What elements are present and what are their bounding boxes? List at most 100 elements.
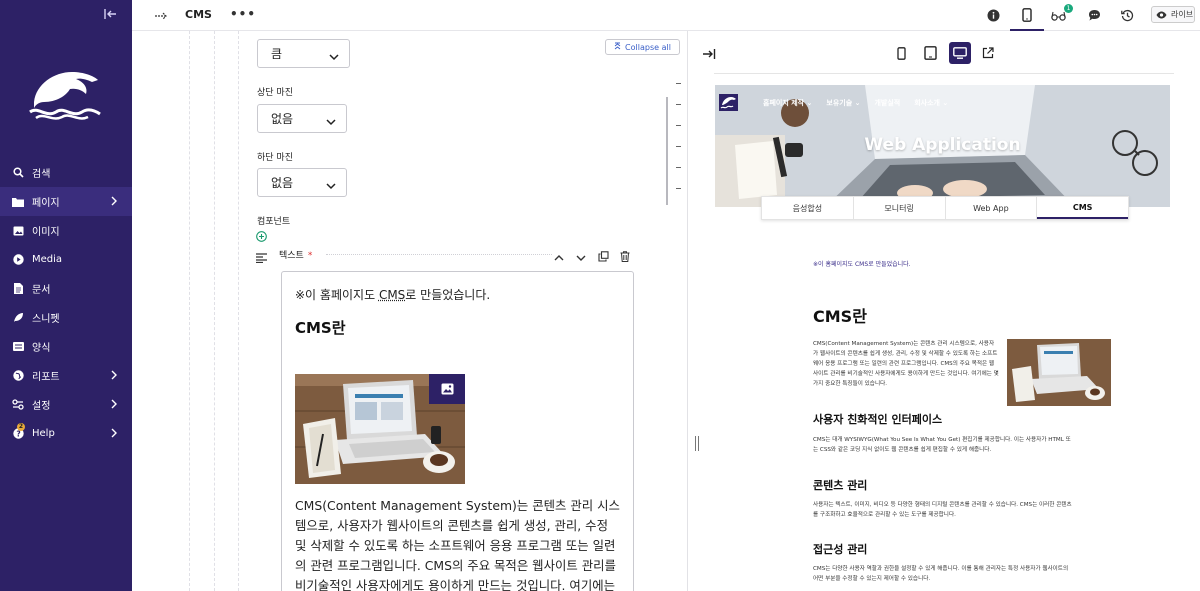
mobile-device-button[interactable]: [890, 42, 912, 64]
component-name: 텍스트 *: [279, 251, 313, 261]
exit-preview-icon[interactable]: [702, 46, 716, 60]
size-select[interactable]: 큼: [257, 39, 350, 68]
site-section-body: 사용자는 텍스트, 이미지, 비디오 등 다양한 형태의 디지털 콘텐츠를 관리…: [813, 502, 1072, 518]
required-mark: *: [307, 251, 313, 261]
sidebar-item-media[interactable]: Media: [0, 245, 132, 274]
text-body: CMS(Content Management System)는 콘텐츠 관리 시…: [295, 498, 620, 591]
top-margin-label: 상단 마진: [257, 88, 293, 98]
settings-icon: [12, 399, 24, 411]
laptop-image[interactable]: [295, 374, 465, 484]
live-label: 라이브: [1171, 10, 1194, 19]
sidebar-item-label: 문서: [32, 285, 51, 296]
cms-link[interactable]: CMS: [379, 288, 405, 302]
sidebar-item-snippets[interactable]: 스니펫: [0, 303, 132, 332]
image-icon: [12, 225, 24, 237]
site-intro: CMS(Content Management System)는 콘텐츠 관리 시…: [813, 341, 999, 387]
chevron-down-icon: [329, 50, 339, 61]
sidebar-item-reports[interactable]: 리포트: [0, 361, 132, 390]
site-nav-item[interactable]: 홈페이지 제작 ⌄: [763, 98, 812, 108]
site-nav-item[interactable]: 보유기술 ⌄: [826, 98, 860, 108]
document-icon: [12, 283, 24, 295]
more-options-button[interactable]: •••: [230, 7, 256, 21]
text-heading: CMS란: [295, 319, 346, 337]
folder-icon: [12, 196, 24, 208]
desktop-device-button[interactable]: [949, 42, 971, 64]
sidebar-item-search[interactable]: 검색: [0, 158, 132, 187]
history-icon[interactable]: [1119, 7, 1135, 23]
site-nav-item[interactable]: 회사소개 ⌄: [914, 98, 948, 108]
breadcrumb-arrow-icon[interactable]: [154, 8, 168, 22]
notification-badge: 1: [1064, 4, 1073, 13]
text-note: ※이 홈페이지도 CMS로 만들었습니다.: [295, 288, 491, 302]
sidebar: 검색 페이지 이미지 Media 문서 스니펫 양식 리포트 설정 ? 2 He…: [0, 0, 132, 591]
site-logo[interactable]: [719, 94, 738, 111]
divider: [326, 254, 552, 255]
collapse-icon: [614, 42, 621, 52]
comment-icon[interactable]: [1086, 7, 1102, 23]
align-left-icon: [256, 248, 267, 264]
component-header-text[interactable]: 텍스트 *: [256, 246, 632, 264]
top-margin-select[interactable]: 없음: [257, 104, 347, 133]
site-section-title: 사용자 친화적인 인터페이스: [813, 413, 943, 426]
site-section-title: 접근성 관리: [813, 543, 868, 556]
chevron-down-icon: [326, 115, 336, 126]
page-title: CMS: [185, 8, 212, 21]
site-tab[interactable]: 음성합성: [762, 197, 854, 219]
chevron-right-icon: [110, 370, 120, 380]
site-heading: CMS란: [813, 307, 867, 326]
sidebar-item-label: 양식: [32, 343, 51, 354]
chevron-down-icon: [326, 179, 336, 190]
sidebar-item-pages[interactable]: 페이지: [0, 187, 132, 216]
site-tab-active[interactable]: CMS: [1037, 197, 1128, 219]
info-icon[interactable]: [985, 7, 1001, 23]
form-icon: [12, 341, 24, 353]
site-note: ※이 홈페이지도 CMS로 만들었습니다.: [813, 261, 911, 268]
sidebar-item-label: 설정: [32, 401, 51, 412]
sidebar-item-help[interactable]: ? 2 Help: [0, 419, 132, 448]
bottom-margin-select[interactable]: 없음: [257, 168, 347, 197]
sidebar-item-label: 검색: [32, 169, 51, 180]
sidebar-item-label: Help: [32, 428, 55, 439]
outline-markers: [676, 83, 682, 209]
help-badge: 2: [17, 423, 25, 431]
site-section-body: CMS는 대개 WYSIWYG(What You See Is What You…: [813, 437, 1071, 453]
sidebar-item-images[interactable]: 이미지: [0, 216, 132, 245]
size-select-value: 큼: [271, 47, 283, 61]
image-edit-icon[interactable]: [429, 374, 465, 404]
live-button[interactable]: 라이브: [1151, 6, 1195, 23]
guide-line: [189, 31, 190, 591]
sidebar-item-settings[interactable]: 설정: [0, 390, 132, 419]
site-nav-item[interactable]: 개발실적: [874, 98, 900, 108]
text-editor[interactable]: ※이 홈페이지도 CMS로 만들었습니다. CMS란 CMS(Content M…: [281, 271, 634, 591]
site-laptop-image: [1007, 339, 1111, 406]
tablet-device-button[interactable]: [919, 42, 941, 64]
divider: [714, 73, 1174, 74]
site-section-body: CMS는 다양한 사용자 역할과 권한을 설정할 수 있게 해줍니다. 이를 통…: [813, 566, 1069, 582]
site-tab[interactable]: Web App: [946, 197, 1038, 219]
sidebar-item-label: Media: [32, 254, 63, 265]
scrollbar[interactable]: [666, 97, 668, 205]
sidebar-item-label: 스니펫: [32, 314, 60, 325]
collapse-all-button[interactable]: Collapse all: [605, 39, 680, 55]
chevron-right-icon: [110, 428, 120, 438]
guide-line: [214, 31, 215, 591]
add-component-icon[interactable]: [256, 227, 267, 242]
move-up-icon[interactable]: [554, 247, 566, 261]
delete-icon[interactable]: [620, 247, 632, 262]
resize-handle[interactable]: [695, 436, 699, 451]
logo: [26, 62, 106, 122]
mobile-icon[interactable]: [1019, 7, 1035, 23]
collapse-sidebar-icon[interactable]: [103, 7, 119, 23]
sidebar-item-documents[interactable]: 문서: [0, 274, 132, 303]
site-tabs: 음성합성 모니터링 Web App CMS: [761, 196, 1129, 220]
eye-icon: [1156, 11, 1167, 19]
site-tab[interactable]: 모니터링: [854, 197, 946, 219]
sidebar-item-forms[interactable]: 양식: [0, 332, 132, 361]
site-nav: 홈페이지 제작 ⌄ 보유기술 ⌄ 개발실적 회사소개 ⌄: [763, 98, 948, 108]
top-bar: CMS ••• 1 라이브: [132, 0, 1200, 31]
leaf-icon: [12, 312, 24, 324]
copy-icon[interactable]: [598, 247, 610, 262]
external-link-icon[interactable]: [977, 42, 999, 64]
hero-title: Web Application: [864, 135, 1021, 155]
move-down-icon[interactable]: [576, 247, 588, 261]
